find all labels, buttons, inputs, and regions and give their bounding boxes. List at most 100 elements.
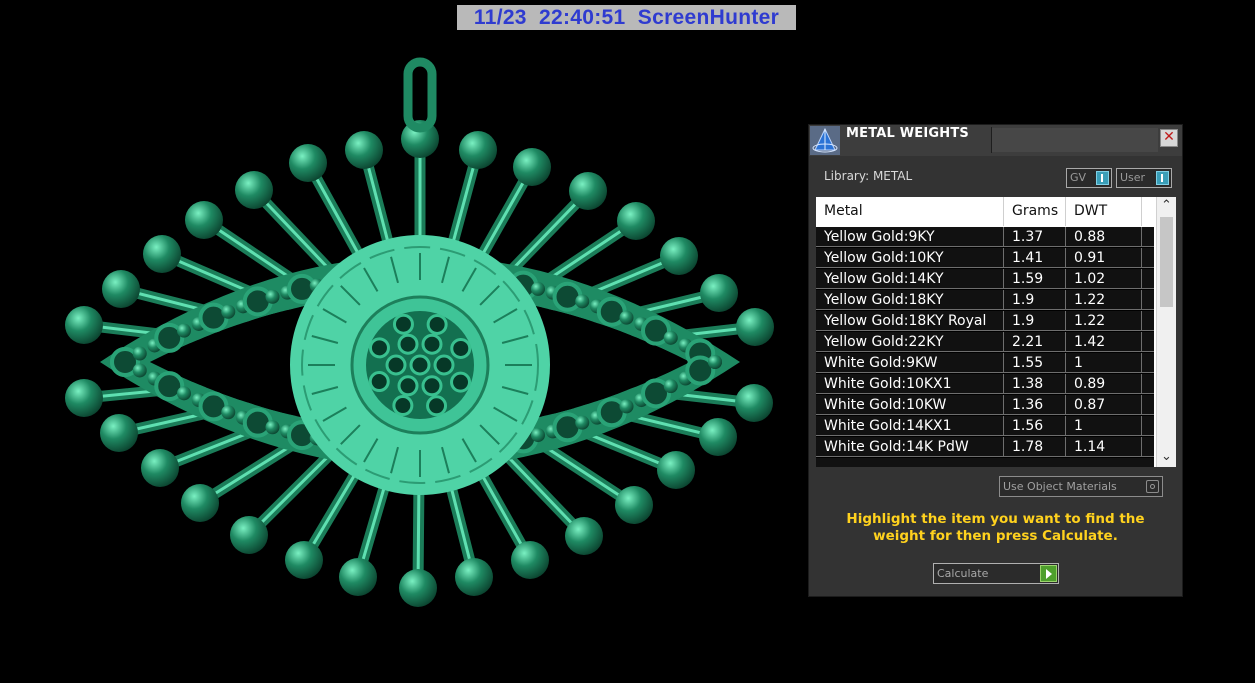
column-header-metal[interactable]: Metal <box>824 197 863 226</box>
lid-bead <box>663 330 678 345</box>
table-row[interactable]: White Gold:14KX1 1.56 1 <box>816 416 1154 436</box>
pupil-setting <box>385 354 407 376</box>
lash-ball <box>459 131 497 169</box>
radio-icon[interactable] <box>1146 480 1159 493</box>
lash-ball <box>615 486 653 524</box>
lash-ball <box>102 270 140 308</box>
lash-ball <box>230 516 268 554</box>
cell-divider <box>1141 227 1142 246</box>
gv-toggle[interactable]: GV <box>1066 168 1112 188</box>
table-scrollbar[interactable]: ⌃ ⌄ <box>1156 197 1176 467</box>
column-header-grams[interactable]: Grams <box>1012 197 1058 226</box>
use-object-materials-label: Use Object Materials <box>1003 480 1117 493</box>
calculate-button[interactable]: Calculate <box>933 563 1059 584</box>
scroll-thumb[interactable] <box>1160 217 1173 307</box>
grams-cell: 1.9 <box>1012 292 1035 308</box>
pupil-setting <box>426 313 448 335</box>
lash-ball <box>736 308 774 346</box>
cell-divider <box>1003 416 1004 435</box>
table-row[interactable]: Yellow Gold:9KY 1.37 0.88 <box>816 227 1154 247</box>
cell-divider <box>1003 374 1004 393</box>
cell-divider <box>1003 248 1004 267</box>
dwt-cell: 1.02 <box>1074 271 1106 287</box>
table-row[interactable]: White Gold:9KW 1.55 1 <box>816 353 1154 373</box>
grams-cell: 1.55 <box>1012 355 1044 371</box>
table-row-partial[interactable] <box>816 458 1154 467</box>
cell-divider <box>1003 395 1004 414</box>
dwt-cell: 1 <box>1074 418 1083 434</box>
scroll-up-icon[interactable]: ⌃ <box>1157 197 1176 215</box>
play-arrow-icon[interactable] <box>1040 565 1057 582</box>
cell-divider <box>1065 395 1066 414</box>
lash-ball <box>285 541 323 579</box>
table-row[interactable]: Yellow Gold:22KY 2.21 1.42 <box>816 332 1154 352</box>
lash-ball <box>100 414 138 452</box>
cell-divider <box>1065 311 1066 330</box>
bail-loop <box>403 57 437 133</box>
table-row[interactable]: White Gold:14K PdW 1.78 1.14 <box>816 437 1154 457</box>
lash-ball <box>513 148 551 186</box>
lid-bead <box>265 420 280 435</box>
lid-ring <box>242 407 273 438</box>
pupil-setting <box>397 375 419 397</box>
lash-ball <box>345 131 383 169</box>
grams-cell: 1.38 <box>1012 376 1044 392</box>
cell-divider <box>1065 416 1066 435</box>
cell-divider <box>1003 437 1004 456</box>
gv-toggle-icon[interactable] <box>1096 171 1109 185</box>
table-row[interactable]: Yellow Gold:18KY 1.9 1.22 <box>816 290 1154 310</box>
metal-weights-dialog: METAL WEIGHTS ✕ Library: METAL GV User M… <box>808 124 1183 597</box>
metal-cell: Yellow Gold:18KY <box>824 292 944 308</box>
gv-label: GV <box>1070 171 1087 184</box>
pupil-setting <box>392 395 414 417</box>
cell-divider <box>1141 437 1142 456</box>
lash-ball <box>699 418 737 456</box>
cell-divider <box>1003 353 1004 372</box>
user-toggle-icon[interactable] <box>1156 171 1169 185</box>
use-object-materials-option[interactable]: Use Object Materials <box>999 476 1163 497</box>
table-row[interactable]: White Gold:10KW 1.36 0.87 <box>816 395 1154 415</box>
lash-ball <box>289 144 327 182</box>
pupil-setting <box>397 333 419 355</box>
lid-bead <box>177 386 191 401</box>
lid-ring <box>242 286 273 317</box>
table-row[interactable]: Yellow Gold:18KY Royal 1.9 1.22 <box>816 311 1154 331</box>
dialog-titlebar[interactable]: METAL WEIGHTS ✕ <box>809 125 1182 156</box>
cell-divider <box>1003 332 1004 351</box>
metal-cell: White Gold:10KW <box>824 397 947 413</box>
cell-divider <box>1141 332 1142 351</box>
scroll-down-icon[interactable]: ⌄ <box>1157 448 1176 466</box>
table-header: Metal Grams DWT <box>816 197 1154 226</box>
lash-ball <box>735 384 773 422</box>
lid-ring <box>552 281 583 312</box>
metal-table: Metal Grams DWT Yellow Gold:9KY 1.37 0.88 Y… <box>816 197 1176 467</box>
dwt-cell: 0.91 <box>1074 250 1106 266</box>
cell-divider <box>1003 269 1004 288</box>
cell-divider <box>1141 374 1142 393</box>
table-row[interactable]: Yellow Gold:14KY 1.59 1.02 <box>816 269 1154 289</box>
cell-divider <box>1065 248 1066 267</box>
user-label: User <box>1120 171 1146 184</box>
table-row[interactable]: Yellow Gold:10KY 1.41 0.91 <box>816 248 1154 268</box>
titlebar-fill <box>992 128 1158 152</box>
column-divider <box>1065 197 1066 226</box>
column-header-dwt[interactable]: DWT <box>1074 197 1107 226</box>
grams-cell: 1.36 <box>1012 397 1044 413</box>
grams-cell: 1.9 <box>1012 313 1035 329</box>
iris-disc <box>290 235 550 495</box>
dwt-cell: 1 <box>1074 355 1083 371</box>
table-body: Yellow Gold:9KY 1.37 0.88 Yellow Gold:10KY 1… <box>816 227 1154 467</box>
table-row[interactable]: White Gold:10KX1 1.38 0.89 <box>816 374 1154 394</box>
lash-ball <box>65 306 103 344</box>
metal-cell: Yellow Gold:14KY <box>824 271 944 287</box>
close-button[interactable]: ✕ <box>1160 129 1178 147</box>
pendant-3d-viewport[interactable] <box>0 0 790 683</box>
cell-divider <box>1065 227 1066 246</box>
dwt-cell: 1.22 <box>1074 313 1106 329</box>
user-toggle[interactable]: User <box>1116 168 1172 188</box>
lash-ball <box>455 558 493 596</box>
pupil-setting <box>392 313 414 335</box>
cell-divider <box>1141 353 1142 372</box>
lid-ring <box>552 412 583 443</box>
lash-ball <box>660 237 698 275</box>
